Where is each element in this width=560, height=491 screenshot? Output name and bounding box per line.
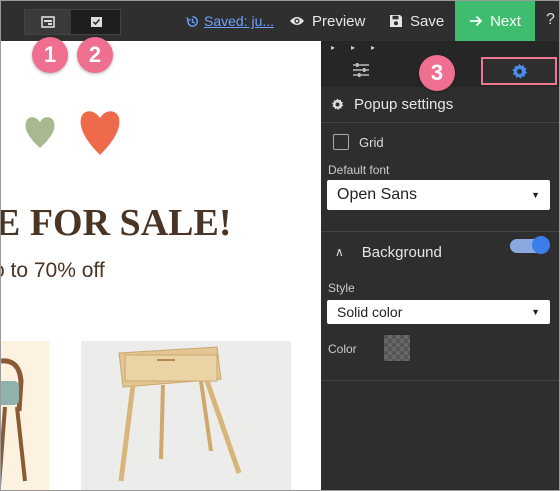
review-mode-button[interactable] [73, 10, 119, 34]
grid-checkbox[interactable] [333, 134, 349, 150]
divider [321, 231, 559, 232]
tab-adjustments[interactable] [331, 55, 391, 85]
preview-label: Preview [312, 12, 366, 30]
checkbox-icon [90, 17, 102, 27]
heart-decoration-olive [25, 117, 55, 148]
saved-status-text: Saved: ju... [204, 13, 275, 29]
sliders-icon [353, 63, 369, 77]
background-toggle[interactable] [510, 236, 550, 254]
callout-badge-3: 3 [419, 55, 455, 91]
layout-mode-button[interactable] [25, 10, 71, 34]
heart-decoration-red [80, 111, 120, 155]
chevron-up-icon: ∧ [335, 245, 344, 259]
divider [321, 380, 559, 381]
grid-option[interactable]: Grid [321, 129, 559, 155]
eye-icon [290, 17, 304, 25]
color-swatch[interactable] [384, 335, 410, 361]
chevron-right-icon[interactable]: ▸ [371, 43, 375, 52]
default-font-label: Default font [328, 163, 390, 177]
product-image-chair [1, 341, 49, 490]
default-font-select[interactable]: Open Sans ▼ [327, 180, 550, 210]
popup-settings-title: Popup settings [354, 96, 454, 113]
gear-icon [331, 98, 344, 111]
save-button[interactable]: Save [389, 1, 444, 41]
toggle-knob [532, 236, 550, 254]
help-button[interactable]: ? [546, 11, 555, 29]
caret-down-icon: ▼ [531, 307, 540, 317]
preview-button[interactable]: Preview [289, 1, 365, 41]
history-icon [186, 15, 198, 27]
panel-collapse-strip: ▸ ▸ ▸ [321, 41, 559, 55]
caret-down-icon: ▼ [531, 190, 540, 200]
next-label: Next [490, 12, 521, 30]
background-label: Background [361, 243, 442, 261]
style-value: Solid color [337, 304, 403, 320]
sale-headline: E FOR SALE! [1, 202, 232, 244]
default-font-value: Open Sans [337, 186, 418, 203]
floppy-disk-icon [390, 15, 402, 27]
chevron-right-icon[interactable]: ▸ [351, 43, 355, 52]
chevron-right-icon[interactable]: ▸ [331, 43, 335, 52]
popup-canvas[interactable]: E FOR SALE! o to 70% off [1, 41, 321, 490]
top-toolbar: Saved: ju... Preview Save Next ? [1, 1, 559, 41]
grid-label: Grid [359, 134, 384, 150]
side-table-illustration [118, 346, 242, 482]
sale-subline: o to 70% off [1, 259, 105, 282]
gear-icon [511, 63, 527, 79]
layout-icon [41, 16, 55, 28]
chair-illustration [1, 358, 27, 487]
save-label: Save [410, 12, 445, 30]
callout-badge-1: 1 [32, 37, 68, 73]
saved-status-link[interactable]: Saved: ju... [186, 13, 274, 29]
arrow-right-icon [470, 15, 483, 27]
product-image-side-table [81, 341, 291, 490]
color-label: Color [328, 342, 357, 356]
mode-switcher [24, 9, 121, 35]
style-select[interactable]: Solid color ▼ [327, 300, 550, 324]
style-label: Style [328, 281, 355, 295]
tab-settings[interactable] [481, 57, 557, 85]
app-frame: Saved: ju... Preview Save Next ? E FOR S… [0, 0, 560, 491]
popup-settings-header: Popup settings [321, 87, 559, 123]
settings-panel: ▸ ▸ ▸ Popup settings Grid Default font O… [321, 41, 559, 490]
next-button[interactable]: Next [455, 1, 535, 41]
callout-badge-2: 2 [77, 37, 113, 73]
